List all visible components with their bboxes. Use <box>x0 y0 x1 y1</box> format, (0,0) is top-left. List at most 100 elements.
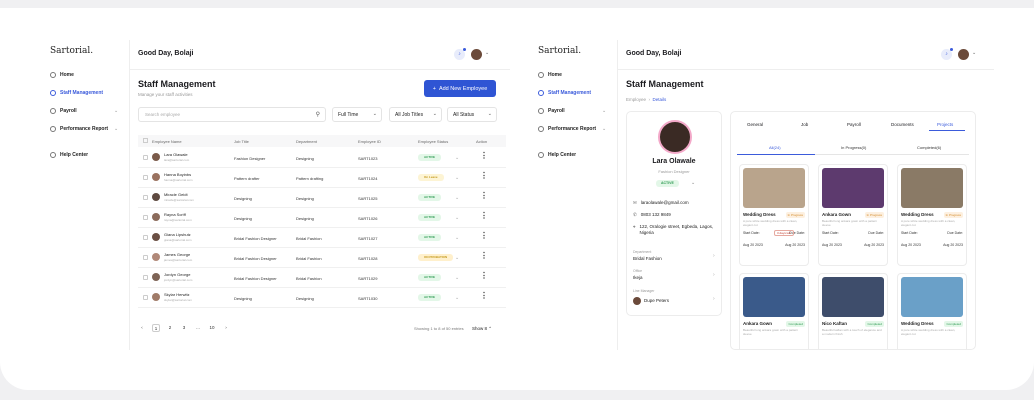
sidebar-item-staff-management[interactable]: Staff Management <box>50 90 103 96</box>
employee-name[interactable]: Lara Olawale <box>164 152 188 157</box>
add-employee-button[interactable]: + Add New Employee <box>424 80 496 97</box>
breadcrumb-employee[interactable]: Employee <box>626 97 646 102</box>
tab-payroll[interactable]: Payroll <box>847 122 861 127</box>
row-checkbox[interactable] <box>143 195 148 200</box>
row-checkbox[interactable] <box>143 175 148 180</box>
sidebar-item-help-center[interactable]: Help Center <box>538 152 576 158</box>
column-department[interactable]: Department <box>296 139 317 144</box>
chevron-down-icon[interactable]: ⌄ <box>455 275 459 281</box>
employee-name[interactable]: Rayna Scriff <box>164 212 186 217</box>
chevron-down-icon[interactable]: ⌄ <box>455 215 459 221</box>
tab-projects[interactable]: Projects <box>937 122 953 127</box>
next-page-button[interactable]: › <box>222 324 230 332</box>
column-employee-name[interactable]: Employee Name <box>152 139 182 144</box>
tab-general[interactable]: General <box>747 122 763 127</box>
subtab-all[interactable]: All(24) <box>769 145 781 150</box>
status-badge: ACTIVE <box>418 234 442 241</box>
job-title-select[interactable]: All Job Titles ⌄ <box>389 107 442 122</box>
sidebar-item-home[interactable]: Home <box>50 72 74 78</box>
row-checkbox[interactable] <box>143 295 148 300</box>
table-row[interactable]: Rayna Scriff rayna@sartorial.com Designing… <box>138 208 506 228</box>
status-badge: ACTIVE <box>418 194 442 201</box>
more-options-icon[interactable]: ⋮ <box>480 272 488 280</box>
page-size-select[interactable]: Show 8 ⌃ <box>472 326 492 332</box>
chevron-down-icon[interactable]: ⌄ <box>972 50 976 56</box>
project-card[interactable]: Wedding Dress In Progress A pure white wed… <box>897 164 967 266</box>
row-checkbox[interactable] <box>143 275 148 280</box>
employment-type-select[interactable]: Full Time ⌄ <box>332 107 382 122</box>
employee-name[interactable]: Miracle Geidt <box>164 192 188 197</box>
row-checkbox[interactable] <box>143 235 148 240</box>
bell-icon[interactable]: ♪ <box>454 48 466 60</box>
chevron-right-icon[interactable]: › <box>713 253 715 259</box>
more-options-icon[interactable]: ⋮ <box>480 152 488 160</box>
row-checkbox[interactable] <box>143 155 148 160</box>
sidebar-item-payroll[interactable]: Payroll ⌄ <box>50 108 118 114</box>
more-options-icon[interactable]: ⋮ <box>480 232 488 240</box>
table-row[interactable]: Hanna Boyinbs hanna@sartorial.com Pattern … <box>138 168 506 188</box>
more-options-icon[interactable]: ⋮ <box>480 252 488 260</box>
subtab-completed[interactable]: Completed(6) <box>917 145 941 150</box>
status-select[interactable]: All Status ⌄ <box>447 107 497 122</box>
avatar[interactable] <box>471 49 482 60</box>
tab-job[interactable]: Job <box>801 122 808 127</box>
chevron-down-icon[interactable]: ⌄ <box>455 235 459 241</box>
status-dropdown-icon[interactable]: ⌄ <box>691 180 695 186</box>
employee-name[interactable]: James George <box>164 252 190 257</box>
prev-page-button[interactable]: ‹ <box>138 324 146 332</box>
greeting: Good Day, Bolaji <box>138 50 194 57</box>
row-checkbox[interactable] <box>143 215 148 220</box>
search-icon: ⚲ <box>315 112 320 118</box>
more-options-icon[interactable]: ⋮ <box>480 172 488 180</box>
sidebar-item-home[interactable]: Home <box>538 72 562 78</box>
project-card[interactable]: Nico Kaftan Completed Beautiful kaftan wit… <box>818 273 888 350</box>
sidebar-item-payroll[interactable]: Payroll ⌄ <box>538 108 606 114</box>
table-row[interactable]: Skylar Herwitz skylar@sartorial.com Design… <box>138 288 506 308</box>
more-options-icon[interactable]: ⋮ <box>480 192 488 200</box>
row-checkbox[interactable] <box>143 255 148 260</box>
search-input[interactable]: Search employee ⚲ <box>138 107 326 122</box>
more-options-icon[interactable]: ⋮ <box>480 292 488 300</box>
table-row[interactable]: James George james@sartorial.com Bridal Fa… <box>138 248 506 268</box>
table-row[interactable]: Giana Lipshutz giana@sartorial.com Bridal … <box>138 228 506 248</box>
job-title: Bridal Fashion Designer <box>234 276 277 281</box>
employee-name[interactable]: Hanna Boyinbs <box>164 172 191 177</box>
project-card[interactable]: Wedding Dress In Progress A pure white wed… <box>739 164 809 266</box>
sidebar-item-staff-management[interactable]: Staff Management <box>538 90 591 96</box>
chevron-right-icon[interactable]: › <box>713 272 715 278</box>
avatar[interactable] <box>958 49 969 60</box>
subtab-in-progress[interactable]: In Progress(0) <box>841 145 866 150</box>
employee-name[interactable]: Giana Lipshutz <box>164 232 191 237</box>
chevron-right-icon[interactable]: › <box>713 296 715 302</box>
column-employee-id[interactable]: Employee ID <box>358 139 381 144</box>
table-row[interactable]: Lara Olawale lara@sartorial.com Fashion De… <box>138 148 506 168</box>
employee-name[interactable]: Skylar Herwitz <box>164 292 190 297</box>
tab-documents[interactable]: Documents <box>891 122 914 127</box>
page-2[interactable]: 2 <box>166 324 174 332</box>
page-10[interactable]: 10 <box>208 324 216 332</box>
table-row[interactable]: Miracle Geidt miracle@sartorial.com Design… <box>138 188 506 208</box>
chevron-down-icon[interactable]: ⌄ <box>455 155 459 161</box>
project-card[interactable]: Ankara Gown Completed Beautiful long ankar… <box>739 273 809 350</box>
table-row[interactable]: Jordyn George jordyn@sartorial.com Bridal … <box>138 268 506 288</box>
sidebar-item-performance-report[interactable]: Performance Report ⌄ <box>50 126 118 132</box>
chevron-down-icon[interactable]: ⌄ <box>455 195 459 201</box>
page-3[interactable]: 3 <box>180 324 188 332</box>
status-badge: ACTIVE <box>418 294 442 301</box>
sidebar-item-performance-report[interactable]: Performance Report ⌄ <box>538 126 606 132</box>
chevron-down-icon[interactable]: ⌄ <box>455 175 459 181</box>
column-job-title[interactable]: Job Title <box>234 139 249 144</box>
bell-icon[interactable]: ♪ <box>941 48 953 60</box>
project-card[interactable]: Ankara Gown In Progress Beautiful long ank… <box>818 164 888 266</box>
employee-name[interactable]: Jordyn George <box>164 272 190 277</box>
chevron-down-icon[interactable]: ⌄ <box>485 50 489 56</box>
page-1[interactable]: 1 <box>152 324 160 332</box>
main-content: Good Day, Bolaji ♪ ⌄ Staff Management Em… <box>618 40 994 350</box>
more-options-icon[interactable]: ⋮ <box>480 212 488 220</box>
project-card[interactable]: Wedding Dress Completed A pure white weddi… <box>897 273 967 350</box>
column-employee-status[interactable]: Employee Status <box>418 139 448 144</box>
select-all-checkbox[interactable] <box>143 138 148 143</box>
chevron-down-icon[interactable]: ⌄ <box>455 295 459 301</box>
sidebar-item-help-center[interactable]: Help Center <box>50 152 88 158</box>
chevron-down-icon[interactable]: ⌄ <box>455 255 459 261</box>
